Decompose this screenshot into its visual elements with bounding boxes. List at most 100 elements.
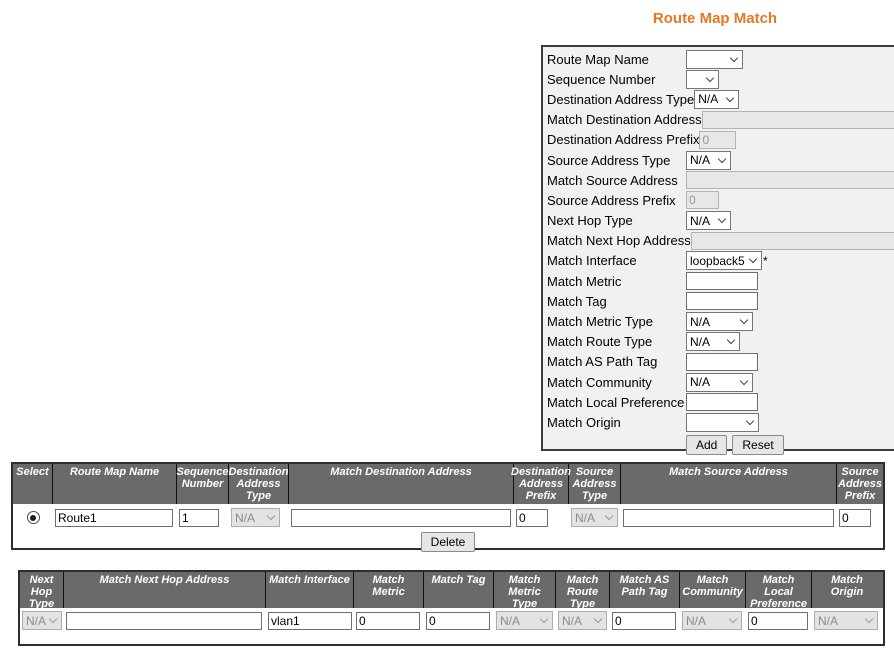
chevron-down-icon [718,154,726,162]
destination-address-type-label: Destination Address Type [547,92,694,107]
match-destination-address-label: Match Destination Address [547,112,702,127]
form-row-route-map-name: Route Map Name [547,49,894,69]
source-address-type-label: Source Address Type [547,153,686,168]
table1-header-destination-address-type: Destination Address Type [229,464,289,504]
table-row: N/A N/A [13,504,883,531]
row-match-next-hop-address-input[interactable] [66,612,262,630]
destination-address-prefix-label: Destination Address Prefix [547,132,699,147]
source-address-prefix-input [686,191,719,209]
match-next-hop-address-input [691,232,894,250]
row-match-destination-address-input[interactable] [291,509,511,527]
chevron-down-icon [540,615,548,623]
row-match-metric-input[interactable] [356,612,420,630]
chevron-down-icon [740,376,748,384]
form-row-source-address-type: Source Address Type N/A [547,150,894,170]
row-sequence-number-input[interactable] [179,509,219,527]
table2-header-match-metric: Match Metric [354,572,424,608]
match-route-type-select[interactable]: N/A [686,332,740,351]
table2-header-row: Next Hop Type Match Next Hop Address Mat… [20,572,883,608]
match-next-hop-address-label: Match Next Hop Address [547,233,691,248]
match-local-preference-label: Match Local Preference [547,395,686,410]
form-row-match-metric-type: Match Metric Type N/A [547,311,894,331]
match-origin-label: Match Origin [547,415,686,430]
table2-header-match-next-hop-address: Match Next Hop Address [64,572,266,608]
match-tag-input[interactable] [686,292,758,310]
page-title: Route Map Match [541,10,889,27]
delete-button[interactable]: Delete [421,532,476,552]
row-match-metric-type-select: N/A [496,611,553,630]
form-row-match-local-preference: Match Local Preference [547,392,894,412]
match-origin-select[interactable] [686,413,759,432]
next-hop-type-label: Next Hop Type [547,213,686,228]
table2-header-match-tag: Match Tag [424,572,494,608]
row-source-address-prefix-input[interactable] [839,509,871,527]
add-button[interactable]: Add [686,435,727,455]
match-source-address-input [686,171,894,189]
row-match-tag-input[interactable] [426,612,490,630]
row-match-route-type-select: N/A [558,611,607,630]
row-match-source-address-input[interactable] [623,509,834,527]
form-row-sequence-number: Sequence Number [547,69,894,89]
route-map-match-table-continued: Next Hop Type Match Next Hop Address Mat… [18,570,885,646]
next-hop-type-select[interactable]: N/A [686,211,731,230]
reset-button[interactable]: Reset [732,435,783,455]
chevron-down-icon [605,512,613,520]
route-map-match-page: Route Map Match Route Map Name Sequence … [0,0,894,656]
row-match-interface-input[interactable] [268,612,352,630]
match-interface-select[interactable]: loopback5 [686,251,762,270]
row-destination-address-prefix-input[interactable] [516,509,548,527]
table1-header-match-destination-address: Match Destination Address [289,464,514,504]
row-source-address-type-select: N/A [571,508,618,527]
table1-header-route-map-name: Route Map Name [53,464,177,504]
match-route-type-label: Match Route Type [547,334,686,349]
form-row-next-hop-type: Next Hop Type N/A [547,211,894,231]
table1-header-destination-address-prefix: Destination Address Prefix [514,464,569,504]
match-community-label: Match Community [547,375,686,390]
destination-address-type-select[interactable]: N/A [694,90,739,109]
match-as-path-tag-input[interactable] [686,353,758,371]
match-metric-label: Match Metric [547,274,686,289]
form-row-match-next-hop-address: Match Next Hop Address [547,231,894,251]
row-match-community-select: N/A [682,611,742,630]
match-metric-type-label: Match Metric Type [547,314,686,329]
table1-header-row: Select Route Map Name Sequence Number De… [13,464,883,504]
required-asterisk: * [763,254,768,268]
table-row: N/A N/A N/A N/A N/A [20,608,883,633]
chevron-down-icon [49,615,57,623]
row-select-radio[interactable] [27,511,40,524]
form-row-match-origin: Match Origin [547,412,894,432]
source-address-prefix-label: Source Address Prefix [547,193,686,208]
row-match-local-preference-input[interactable] [748,612,808,630]
table1-header-match-source-address: Match Source Address [621,464,837,504]
route-map-name-select[interactable] [686,50,743,69]
table1-header-select: Select [13,464,53,504]
match-tag-label: Match Tag [547,294,686,309]
table1-header-source-address-prefix: Source Address Prefix [837,464,883,504]
row-route-map-name-input[interactable] [55,509,173,527]
form-row-match-interface: Match Interface loopback5* [547,251,894,271]
source-address-type-select[interactable]: N/A [686,151,731,170]
match-metric-input[interactable] [686,272,758,290]
form-buttons-row: Add Reset [547,433,894,457]
match-metric-type-select[interactable]: N/A [686,312,753,331]
form-row-match-community: Match Community N/A [547,372,894,392]
match-local-preference-input[interactable] [686,393,758,411]
route-map-match-table: Select Route Map Name Sequence Number De… [11,462,885,550]
table2-header-match-route-type: Match Route Type [556,572,610,608]
table2-header-match-as-path-tag: Match AS Path Tag [610,572,680,608]
match-community-select[interactable]: N/A [686,373,753,392]
chevron-down-icon [746,417,754,425]
route-map-name-label: Route Map Name [547,52,686,67]
match-destination-address-input [702,111,894,129]
match-source-address-label: Match Source Address [547,173,686,188]
table2-header-match-origin: Match Origin [812,572,882,608]
chevron-down-icon [865,615,873,623]
match-interface-label: Match Interface [547,253,686,268]
sequence-number-label: Sequence Number [547,72,686,87]
chevron-down-icon [729,615,737,623]
sequence-number-select[interactable] [686,70,719,89]
row-match-as-path-tag-input[interactable] [612,612,676,630]
form-row-destination-address-type: Destination Address Type N/A [547,89,894,109]
match-as-path-tag-label: Match AS Path Tag [547,354,686,369]
table2-header-match-metric-type: Match Metric Type [494,572,556,608]
